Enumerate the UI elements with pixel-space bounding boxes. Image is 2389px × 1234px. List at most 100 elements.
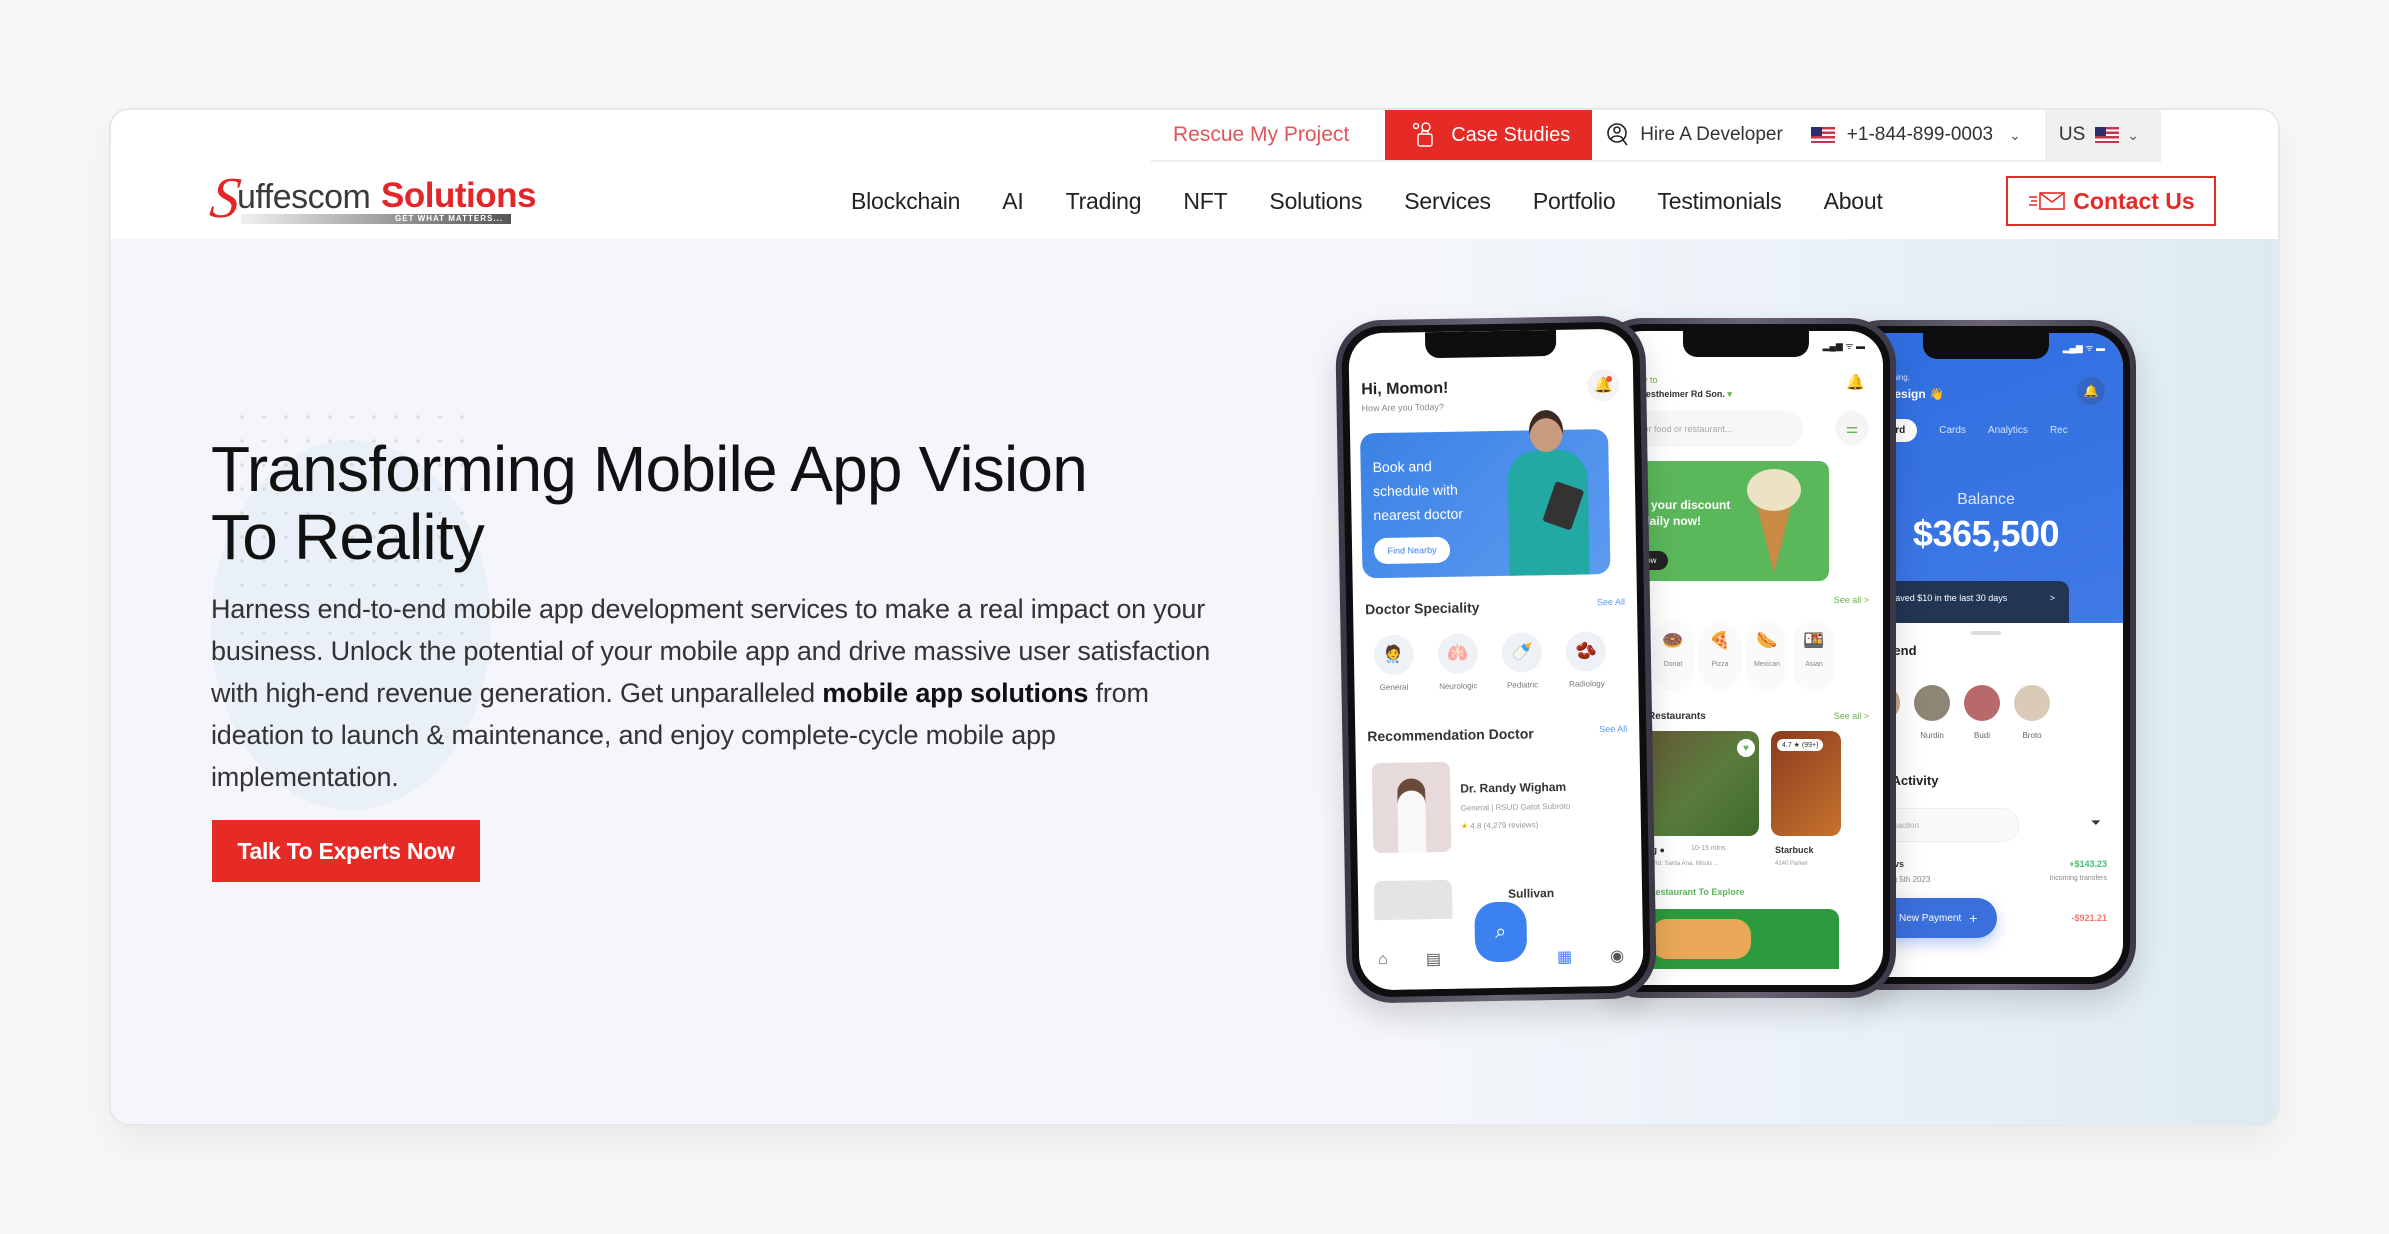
- doctor-photo: [1371, 761, 1452, 854]
- main-nav: Blockchain AI Trading NFT Solutions Serv…: [851, 176, 1925, 226]
- page-frame: Rescue My Project Case Studies Hire A De…: [111, 110, 2278, 1124]
- calendar-icon: ▦: [1556, 948, 1573, 966]
- us-flag-icon: [2095, 127, 2120, 143]
- contact-avatar: Nurdin: [1913, 685, 1951, 740]
- hire-developer-link[interactable]: Hire A Developer: [1592, 110, 1797, 160]
- logo-text-1: uffescom: [237, 178, 371, 216]
- nav-blockchain[interactable]: Blockchain: [851, 188, 960, 215]
- nav-nft[interactable]: NFT: [1183, 188, 1227, 215]
- hero-description: Harness end-to-end mobile app developmen…: [211, 588, 1211, 798]
- home-icon: ⌂: [1378, 950, 1389, 969]
- suffescom-logo[interactable]: S uffescom Solutions GET WHAT MATTERS...: [207, 165, 537, 230]
- category-item: 🍕 Pizza: [1699, 621, 1741, 691]
- speciality-item: 🧑‍⚕️ General: [1366, 634, 1422, 692]
- site-header: Rescue My Project Case Studies Hire A De…: [111, 110, 2278, 239]
- explore-title: Restaurant To Explore: [1649, 887, 1745, 897]
- doctor-rating: ★ 4.8 (4,279 reviews): [1460, 820, 1539, 831]
- see-all-link: See All: [1599, 723, 1628, 735]
- doctor-image: [1499, 409, 1597, 576]
- status-icons: ▂▄▆ ᯤ ▬: [1822, 341, 1865, 351]
- nav-ai[interactable]: AI: [1002, 188, 1024, 215]
- speciality-title: Doctor Speciality: [1364, 599, 1480, 618]
- tab-analytics: Analytics: [1987, 425, 2028, 436]
- nav-portfolio[interactable]: Portfolio: [1533, 188, 1616, 215]
- speciality-list: 🧑‍⚕️ General 🫁 Neurologic 🍼 Pediatric 🫘 Radi…: [1366, 631, 1615, 692]
- chevron-down-icon: ⌄: [2127, 126, 2139, 143]
- nav-solutions[interactable]: Solutions: [1269, 188, 1362, 215]
- tab-cards: Cards: [1939, 425, 1966, 436]
- filter-icon: ⚌: [1835, 411, 1869, 445]
- caret-down-icon: ▾: [1727, 389, 1732, 399]
- new-payment-label: New Payment: [1899, 912, 1962, 924]
- nav-about[interactable]: About: [1824, 188, 1883, 215]
- contact-us-button[interactable]: Contact Us: [2006, 176, 2216, 226]
- restaurant-name: Starbuck: [1775, 845, 1814, 855]
- developer-icon: [1607, 123, 1628, 146]
- hero-title: Transforming Mobile App Vision To Realit…: [211, 435, 1211, 571]
- phone-dropdown[interactable]: +1-844-899-0003 ⌄: [1797, 110, 2035, 160]
- logo-tagline: GET WHAT MATTERS...: [394, 214, 503, 223]
- phone-notch: [1682, 331, 1810, 357]
- contact-avatar: Budi: [1963, 685, 2001, 740]
- speciality-item: 🍼 Pediatric: [1494, 632, 1550, 690]
- nav-testimonials[interactable]: Testimonials: [1657, 188, 1781, 215]
- category-item: 🌭 Mexican: [1746, 621, 1788, 691]
- region-selector[interactable]: US ⌄: [2044, 110, 2161, 160]
- see-all-link: See all >: [1833, 595, 1869, 605]
- region-label: US: [2058, 124, 2086, 145]
- medical-greeting: Hi, Momon!: [1361, 379, 1449, 399]
- ice-cream-image: [1747, 469, 1801, 577]
- logo-text-2: Solutions: [381, 176, 536, 215]
- tx-amount: +$143.23: [2069, 859, 2107, 869]
- phone-notch: [1922, 333, 2050, 359]
- case-studies-icon: [1413, 122, 1433, 147]
- mail-icon: [2029, 192, 2066, 210]
- hire-developer-label: Hire A Developer: [1640, 124, 1783, 145]
- profile-avatar-icon: ◉: [1610, 947, 1625, 966]
- doctor-name: Dr. Randy Wigham: [1460, 779, 1567, 796]
- plus-icon: +: [1969, 910, 1978, 926]
- tx-type: Incoming transfers: [2049, 875, 2107, 882]
- status-icons: ▂▄▆ ᯤ ▬: [2062, 343, 2105, 353]
- category-item: 🍱 Asian: [1793, 621, 1835, 691]
- recommend-title: Recommendation Doctor: [1367, 725, 1534, 745]
- find-nearby-button: Find Nearby: [1373, 536, 1451, 565]
- nav-trading[interactable]: Trading: [1066, 188, 1142, 215]
- see-all-link: See All: [1596, 596, 1626, 608]
- tx-amount: -$921.21: [2071, 913, 2107, 923]
- nav-services[interactable]: Services: [1404, 188, 1491, 215]
- chat-icon: ▤: [1425, 951, 1442, 969]
- chevron-down-icon: ⌄: [2009, 126, 2021, 143]
- bell-icon: 🔔: [1586, 368, 1620, 402]
- filter-icon: ⏷: [2090, 815, 2101, 830]
- see-all-link: See all >: [1833, 711, 1869, 721]
- utility-bar: Rescue My Project Case Studies Hire A De…: [1151, 110, 2161, 162]
- rescue-project-link[interactable]: Rescue My Project: [1151, 110, 1385, 160]
- phone-number: +1-844-899-0003: [1846, 124, 1994, 145]
- sheet-handle: [1971, 631, 2001, 635]
- phone-notch: [1424, 329, 1557, 359]
- chevron-right-icon: >: [2049, 593, 2055, 603]
- contact-us-label: Contact Us: [2073, 187, 2195, 214]
- restaurant-address: 4140 Parker: [1775, 861, 1808, 867]
- category-item: 🍩 Donat: [1652, 621, 1694, 691]
- tab-rec: Rec: [2049, 425, 2068, 436]
- case-studies-label: Case Studies: [1451, 123, 1571, 146]
- speciality-item: 🫁 Neurologic: [1430, 633, 1486, 691]
- search-icon: ⌕: [1474, 901, 1528, 963]
- speciality-item: 🫘 Radiology: [1559, 631, 1615, 689]
- banner-text: Book and schedule with nearest doctor: [1372, 458, 1464, 524]
- talk-to-experts-button[interactable]: Talk To Experts Now: [212, 820, 480, 882]
- hero-title-line-2: To Reality: [211, 501, 485, 573]
- contact-avatar: Broto: [2013, 685, 2051, 740]
- heart-icon: ♥: [1737, 739, 1755, 757]
- bell-icon: 🔔: [1846, 374, 1865, 391]
- phone-mockup-medical: Hi, Momon! How Are you Today? 🔔 Book and…: [1335, 315, 1657, 1004]
- case-studies-button[interactable]: Case Studies: [1385, 110, 1593, 160]
- rating-badge: 4.7 ★ (99+): [1777, 739, 1824, 751]
- us-flag-icon: [1810, 127, 1835, 143]
- doctor-name: Sullivan: [1507, 886, 1555, 901]
- mobile-app-solutions-link[interactable]: mobile app solutions: [822, 678, 1088, 708]
- booking-banner: Book and schedule with nearest doctor Fi…: [1360, 409, 1611, 579]
- medical-subtitle: How Are you Today?: [1361, 401, 1445, 414]
